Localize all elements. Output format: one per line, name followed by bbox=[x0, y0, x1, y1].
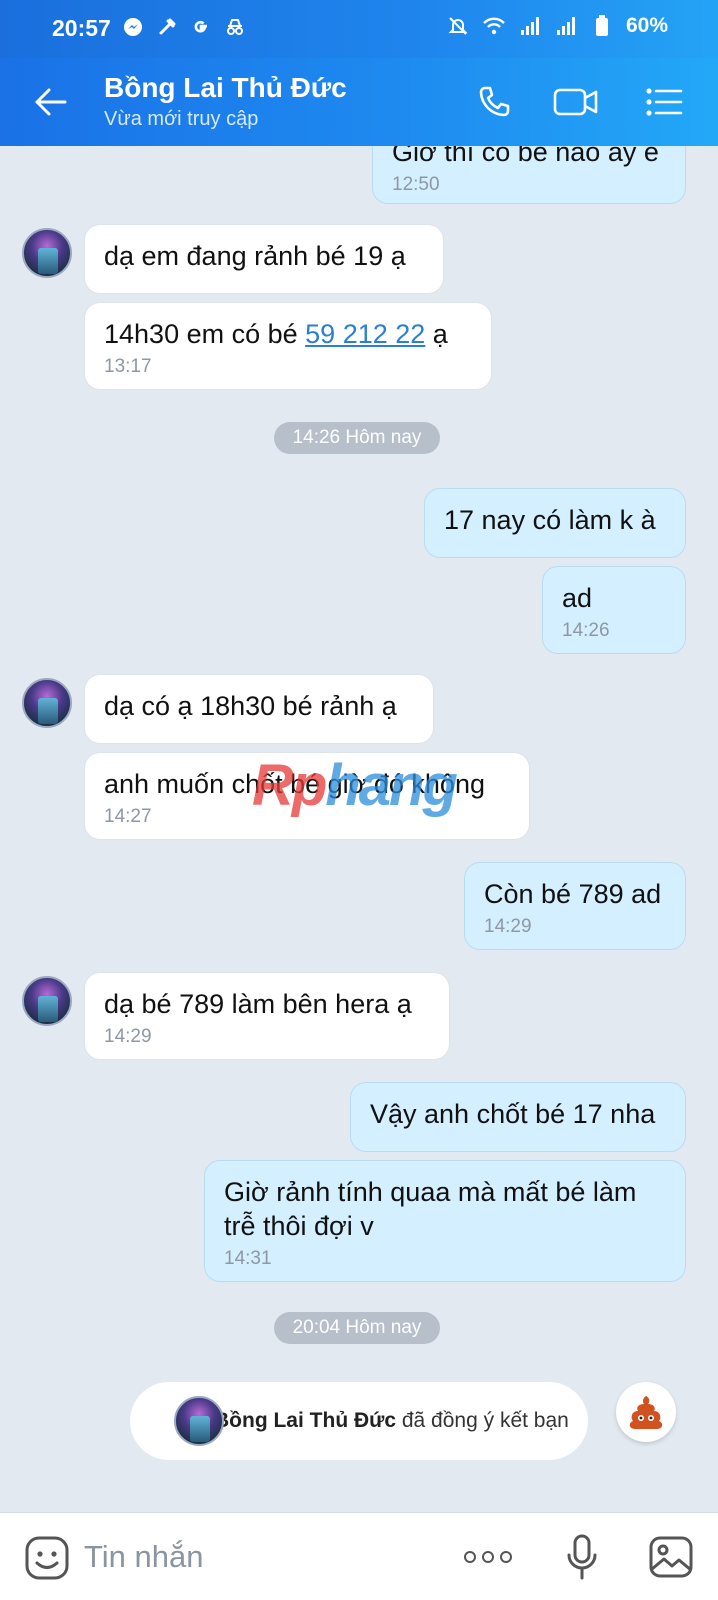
chat-header: Bồng Lai Thủ Đức Vừa mới truy cập bbox=[0, 58, 718, 146]
avatar[interactable] bbox=[22, 228, 72, 278]
battery-percent: 60% bbox=[625, 14, 668, 37]
system-message-name: Bồng Lai Thủ Đức bbox=[214, 1409, 397, 1432]
message-bubble-outgoing[interactable]: Giờ thì có bé nào ấy e 12:50 bbox=[372, 146, 686, 204]
arrow-left-icon bbox=[35, 88, 67, 116]
video-camera-icon bbox=[553, 88, 598, 116]
sticker-suggestion-button[interactable] bbox=[616, 1382, 676, 1442]
tools-icon bbox=[156, 16, 178, 38]
message-text: ad bbox=[562, 583, 593, 613]
message-composer bbox=[0, 1512, 718, 1600]
message-text: dạ có ạ 18h30 bé rảnh ạ bbox=[104, 691, 397, 721]
message-text: ạ bbox=[425, 319, 448, 349]
poop-emoji-icon bbox=[629, 1396, 663, 1429]
google-icon bbox=[190, 16, 212, 38]
message-time: 12:50 bbox=[392, 174, 440, 195]
dot-icon bbox=[500, 1551, 512, 1563]
message-time: 14:31 bbox=[224, 1248, 272, 1269]
message-bubble-outgoing[interactable]: Vậy anh chốt bé 17 nha bbox=[350, 1082, 686, 1152]
status-left-icons bbox=[122, 16, 246, 38]
watermark-part1: Rp bbox=[252, 753, 327, 818]
messenger-icon bbox=[122, 16, 144, 38]
image-gallery-icon bbox=[649, 1536, 693, 1578]
incognito-icon bbox=[224, 16, 246, 38]
message-time: 14:26 bbox=[562, 620, 610, 641]
message-input[interactable] bbox=[84, 1535, 424, 1579]
date-separator: 14:26 Hôm nay bbox=[274, 422, 440, 454]
status-bar: 20:57 60% bbox=[0, 0, 718, 58]
send-image-button[interactable] bbox=[648, 1535, 694, 1579]
date-separator: 20:04 Hôm nay bbox=[274, 1312, 440, 1344]
message-text: Còn bé 789 ad bbox=[484, 879, 662, 909]
message-text: Giờ thì có bé nào ấy e bbox=[392, 146, 659, 167]
message-bubble-incoming[interactable]: dạ có ạ 18h30 bé rảnh ạ bbox=[84, 674, 434, 744]
message-bubble-outgoing[interactable]: 17 nay có làm k à bbox=[424, 488, 686, 558]
mute-icon bbox=[446, 14, 470, 38]
battery-icon bbox=[590, 14, 614, 38]
avatar[interactable] bbox=[22, 678, 72, 728]
microphone-icon bbox=[567, 1534, 597, 1580]
message-bubble-outgoing[interactable]: Giờ rảnh tính quaa mà mất bé làm trễ thô… bbox=[204, 1160, 686, 1282]
message-bubble-incoming[interactable]: dạ em đang rảnh bé 19 ạ bbox=[84, 224, 444, 294]
message-text: dạ bé 789 làm bên hera ạ bbox=[104, 989, 412, 1019]
wifi-icon bbox=[482, 14, 506, 38]
system-message-text: Bồng Lai Thủ Đức đã đồng ý kết bạn bbox=[214, 1409, 569, 1433]
message-text: 14h30 em có bé bbox=[104, 319, 306, 349]
contact-status: Vừa mới truy cập bbox=[104, 108, 259, 130]
video-call-button[interactable] bbox=[552, 80, 600, 124]
signal-icon bbox=[518, 14, 542, 38]
message-time: 13:17 bbox=[104, 356, 152, 377]
system-message-action: đã đồng ý kết bạn bbox=[396, 1409, 569, 1432]
message-text: dạ em đang rảnh bé 19 ạ bbox=[104, 241, 406, 271]
status-time: 20:57 bbox=[52, 15, 111, 41]
voice-message-button[interactable] bbox=[562, 1533, 602, 1581]
back-button[interactable] bbox=[28, 80, 72, 124]
signal-icon bbox=[554, 14, 578, 38]
message-bubble-outgoing[interactable]: ad 14:26 bbox=[542, 566, 686, 654]
message-bubble-incoming[interactable]: dạ bé 789 làm bên hera ạ 14:29 bbox=[84, 972, 450, 1060]
status-right: 60% bbox=[446, 14, 668, 38]
avatar bbox=[174, 1396, 224, 1446]
more-options-button[interactable] bbox=[462, 1541, 514, 1573]
smiley-icon bbox=[25, 1536, 69, 1580]
message-list[interactable]: Giờ thì có bé nào ấy e 12:50 dạ em đang … bbox=[0, 146, 718, 1512]
message-bubble-outgoing[interactable]: Còn bé 789 ad 14:29 bbox=[464, 862, 686, 950]
message-text: Vậy anh chốt bé 17 nha bbox=[370, 1099, 656, 1129]
phone-number-link[interactable]: 59 212 22 bbox=[305, 319, 425, 349]
message-time: 14:29 bbox=[484, 916, 532, 937]
dot-icon bbox=[464, 1551, 476, 1563]
voice-call-button[interactable] bbox=[470, 80, 518, 124]
list-menu-icon bbox=[646, 88, 683, 116]
avatar[interactable] bbox=[22, 976, 72, 1026]
message-text: 17 nay có làm k à bbox=[444, 505, 656, 535]
message-time: 14:29 bbox=[104, 1026, 152, 1047]
menu-button[interactable] bbox=[640, 80, 688, 124]
message-bubble-incoming[interactable]: 14h30 em có bé 59 212 22 ạ 13:17 bbox=[84, 302, 492, 390]
phone-icon bbox=[479, 86, 510, 117]
message-text: Giờ rảnh tính quaa mà mất bé làm trễ thô… bbox=[224, 1177, 637, 1241]
dot-icon bbox=[482, 1551, 494, 1563]
emoji-button[interactable] bbox=[24, 1535, 70, 1581]
watermark-part2: hang bbox=[325, 753, 458, 818]
friend-accepted-notice: Bồng Lai Thủ Đức đã đồng ý kết bạn bbox=[130, 1382, 588, 1460]
watermark-logo: Rphang bbox=[252, 752, 458, 819]
contact-name[interactable]: Bồng Lai Thủ Đức bbox=[104, 72, 347, 104]
